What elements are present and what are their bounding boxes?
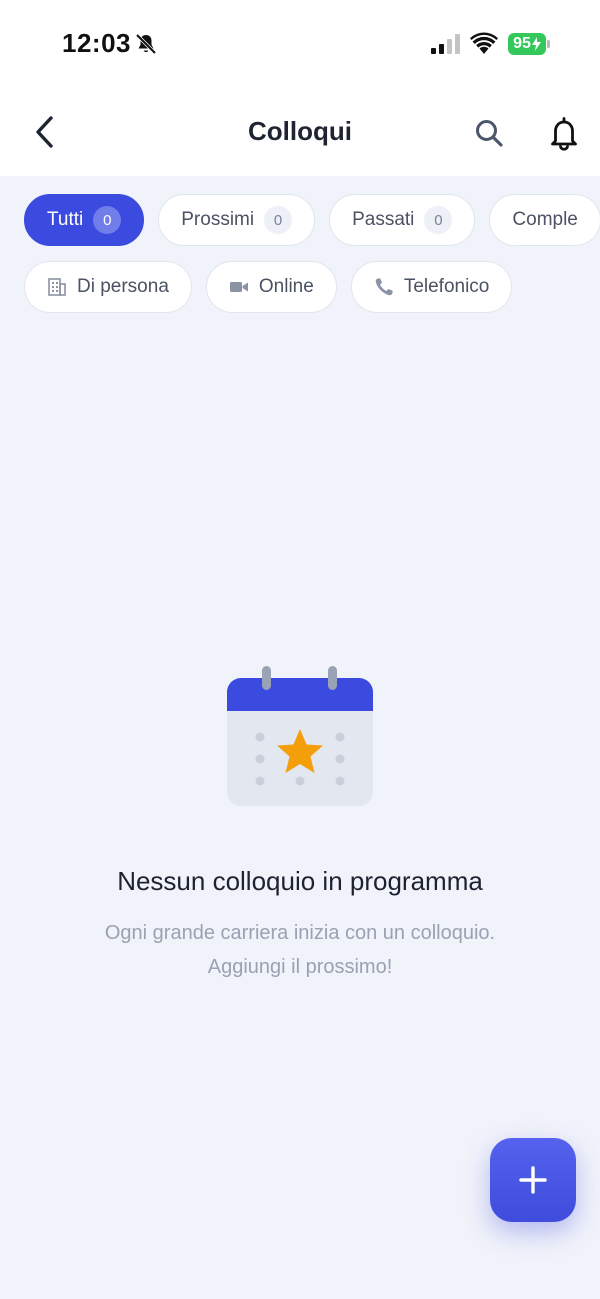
chip-label: Online xyxy=(258,276,314,297)
battery-level: 95 xyxy=(513,35,531,52)
phone-icon xyxy=(374,277,394,297)
filter-chip-di-persona[interactable]: Di persona xyxy=(24,261,192,313)
empty-state-message-line: Ogni grande carriera inizia con un collo… xyxy=(104,922,496,944)
search-icon xyxy=(476,120,503,147)
filter-chip-prossimi[interactable]: Prossimi 0 xyxy=(158,194,316,246)
nav-bar: Colloqui xyxy=(0,90,600,176)
chip-label: Telefonico xyxy=(403,276,490,297)
chip-label: Di persona xyxy=(77,276,169,297)
chip-count: 0 xyxy=(93,206,122,234)
chip-label: Comple xyxy=(512,209,578,230)
battery-indicator: 95 xyxy=(508,33,546,55)
status-bar: 12:03 95 xyxy=(0,0,600,90)
type-filter-row: Di persona Online Telefonico xyxy=(24,261,513,315)
filter-chip-completati[interactable]: Comple xyxy=(489,194,600,246)
filter-chip-passati[interactable]: Passati 0 xyxy=(329,194,476,246)
cellular-signal-icon xyxy=(431,34,460,54)
chip-label: Tutti xyxy=(47,209,84,230)
bell-slash-icon xyxy=(135,33,157,55)
search-button[interactable] xyxy=(470,114,508,152)
charging-bolt-icon xyxy=(531,37,541,51)
chip-count: 0 xyxy=(264,206,293,234)
empty-state-message: Ogni grande carriera inizia con un collo… xyxy=(60,916,540,984)
filter-chip-telefonico[interactable]: Telefonico xyxy=(350,261,513,313)
filter-chip-online[interactable]: Online xyxy=(205,261,337,313)
status-time: 12:03 xyxy=(62,28,131,58)
chip-count: 0 xyxy=(424,206,453,234)
battery-cap xyxy=(547,40,550,48)
filter-chip-tutti[interactable]: Tutti 0 xyxy=(24,194,145,246)
video-camera-icon xyxy=(229,277,249,297)
bell-icon xyxy=(551,117,577,151)
empty-state-title: Nessun colloquio in programma xyxy=(117,866,483,896)
screen: 12:03 95 Colloqui Tutti 0 Prossimi 0 Pas… xyxy=(0,0,600,1299)
plus-icon xyxy=(519,1166,547,1194)
chip-label: Passati xyxy=(352,209,415,230)
status-filter-row: Tutti 0 Prossimi 0 Passati 0 Comple xyxy=(24,194,600,248)
calendar-star-icon xyxy=(227,666,373,806)
add-interview-button[interactable] xyxy=(490,1138,576,1222)
building-icon xyxy=(47,277,67,297)
page-title: Colloqui xyxy=(248,116,352,146)
wifi-icon xyxy=(470,32,498,54)
notifications-button[interactable] xyxy=(544,114,584,154)
chip-label: Prossimi xyxy=(181,209,255,230)
empty-state-message-line: Aggiungi il prossimo! xyxy=(207,956,393,978)
